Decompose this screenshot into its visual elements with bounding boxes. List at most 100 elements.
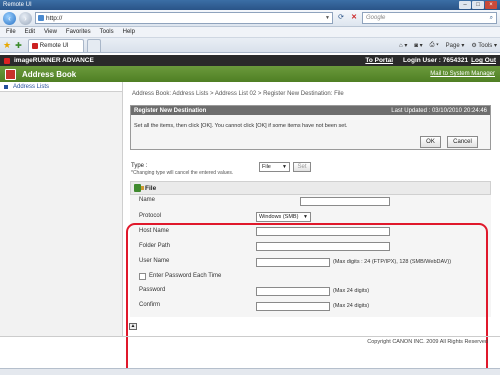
section-title: File — [145, 184, 157, 192]
chevron-down-icon: ▼ — [303, 214, 308, 220]
sidebar-item-label: Address Lists — [13, 83, 50, 90]
confirm-input[interactable] — [256, 302, 330, 311]
chevron-down-icon[interactable]: ▼ — [325, 15, 330, 21]
address-book-icon — [5, 68, 16, 80]
chevron-down-icon: ▼ — [282, 164, 287, 170]
enter-password-label: Enter Password Each Time — [149, 273, 222, 279]
search-placeholder: Google — [366, 15, 386, 21]
to-portal-link[interactable]: To Portal — [365, 57, 393, 64]
user-name-hint: (Max digits : 24 (FTP/IPX), 128 (SMB/Web… — [333, 259, 452, 265]
cancel-button[interactable]: Cancel — [447, 136, 478, 148]
page-icon — [38, 15, 44, 21]
password-label: Password — [139, 287, 166, 293]
address-bar[interactable]: http:// ▼ — [35, 12, 333, 24]
name-input[interactable] — [300, 197, 390, 206]
page-content: imageRUNNER ADVANCE To Portal Login User… — [0, 55, 500, 375]
password-input[interactable] — [256, 287, 330, 296]
type-row: Type : *Changing type will cancel the en… — [131, 163, 233, 176]
menu-view[interactable]: View — [44, 29, 57, 35]
protocol-select[interactable]: Windows (SMB) ▼ — [256, 212, 311, 222]
print-icon[interactable]: ⎙ ▾ — [430, 42, 439, 49]
user-name-input[interactable] — [256, 258, 330, 267]
menu-help[interactable]: Help — [123, 29, 135, 35]
forward-button[interactable]: › — [19, 11, 32, 25]
type-select[interactable]: File ▼ — [259, 162, 290, 172]
command-bar: ⌂ ▾ ◙ ▾ ⎙ ▾ Page ▾ ⚙ Tools ▾ — [399, 38, 497, 52]
host-name-input[interactable] — [256, 227, 390, 236]
menu-tools[interactable]: Tools — [100, 29, 114, 35]
app-title: Address Book — [22, 69, 77, 79]
favorites-star-icon[interactable]: ★ — [3, 40, 11, 51]
menu-favorites[interactable]: Favorites — [66, 29, 91, 35]
page-menu[interactable]: Page ▾ — [446, 42, 465, 49]
brand-links: To Portal Login User : 7654321 Log Out — [365, 57, 496, 64]
tools-menu[interactable]: ⚙ Tools ▾ — [471, 42, 497, 49]
host-name-label: Host Name — [139, 228, 170, 234]
password-hint: (Max 24 digits) — [333, 288, 370, 294]
window-titlebar: Remote UI – □ × — [0, 0, 500, 10]
maximize-icon[interactable]: □ — [472, 1, 484, 9]
menu-edit[interactable]: Edit — [25, 29, 35, 35]
tools-menu-label: Tools — [478, 42, 493, 49]
address-toolbar: ‹ › http:// ▼ ⟳ ✕ Google ⌕ — [0, 10, 500, 27]
close-icon[interactable]: × — [485, 1, 497, 9]
panel-header: Register New Destination Last Updated : … — [131, 106, 490, 115]
footer: Copyright CANON INC. 2009 All Rights Res… — [0, 336, 500, 347]
type-label: Type : — [131, 163, 148, 169]
panel-body: Set all the items, then click [OK]. You … — [131, 115, 490, 149]
stop-icon[interactable]: ✕ — [349, 13, 359, 23]
name-label: Name — [139, 197, 156, 203]
search-input[interactable]: Google ⌕ — [362, 12, 497, 24]
confirm-label: Confirm — [139, 302, 161, 308]
minimize-icon[interactable]: – — [459, 1, 471, 9]
destination-form: Name Protocol Windows (SMB) ▼ Host Name … — [130, 195, 491, 317]
tab-bar: ★ ✚ Remote UI ⌂ ▾ ◙ ▾ ⎙ ▾ Page ▾ ⚙ Tools… — [0, 38, 500, 53]
feeds-icon[interactable]: ◙ ▾ — [414, 42, 422, 49]
mail-system-manager-link[interactable]: Mail to System Manager — [430, 71, 495, 77]
window-controls: – □ × — [459, 1, 497, 9]
protocol-label: Protocol — [139, 213, 162, 219]
type-note: *Changing type will cancel the entered v… — [131, 170, 234, 176]
file-icon — [134, 184, 144, 192]
tab-title: Remote UI — [39, 43, 69, 49]
address-text: http:// — [46, 14, 63, 22]
main-area: Address Book: Address Lists > Address Li… — [124, 82, 495, 336]
instruction-text: Set all the items, then click [OK]. You … — [134, 123, 348, 129]
logout-link[interactable]: Log Out — [471, 57, 496, 64]
menu-bar: File Edit View Favorites Tools Help — [0, 27, 500, 38]
new-tab-button[interactable] — [86, 39, 101, 52]
confirm-hint: (Max 24 digits) — [333, 303, 370, 309]
protocol-selected: Windows (SMB) — [259, 214, 299, 220]
brand-logo-icon — [4, 57, 10, 64]
folder-path-input[interactable] — [256, 242, 390, 251]
search-icon[interactable]: ⌕ — [490, 15, 493, 22]
page-menu-label: Page — [445, 42, 460, 49]
sidebar-item-address-lists[interactable]: Address Lists — [0, 82, 122, 92]
menu-file[interactable]: File — [6, 29, 16, 35]
file-section-header: File — [130, 181, 491, 195]
ok-button[interactable]: OK — [420, 136, 441, 148]
brand-bar: imageRUNNER ADVANCE To Portal Login User… — [0, 55, 500, 66]
favorites-area: ★ ✚ — [3, 38, 25, 52]
breadcrumb: Address Book: Address Lists > Address Li… — [132, 91, 344, 97]
folder-path-label: Folder Path — [139, 243, 171, 249]
tab-remote-ui[interactable]: Remote UI — [27, 39, 84, 52]
back-button[interactable]: ‹ — [3, 11, 16, 25]
panel-title: Register New Destination — [134, 107, 207, 114]
add-favorite-icon[interactable]: ✚ — [15, 41, 22, 50]
bullet-icon — [4, 84, 8, 89]
refresh-icon[interactable]: ⟳ — [336, 13, 346, 23]
user-name-label: User Name — [139, 258, 170, 264]
home-icon[interactable]: ⌂ ▾ — [399, 42, 407, 49]
enter-password-checkbox[interactable] — [139, 273, 146, 280]
sidebar: Address Lists — [0, 82, 123, 336]
brand-name: imageRUNNER ADVANCE — [14, 57, 94, 64]
tab-favicon-icon — [31, 43, 38, 49]
scroll-to-top-button[interactable]: ▲ — [129, 323, 137, 330]
status-bar — [0, 368, 500, 375]
window-title: Remote UI — [3, 2, 32, 8]
set-button[interactable]: Set — [293, 162, 311, 172]
app-header: Address Book Mail to System Manager — [0, 66, 500, 82]
type-selected: File — [262, 164, 271, 170]
login-user: Login User : 7654321 — [403, 57, 469, 64]
